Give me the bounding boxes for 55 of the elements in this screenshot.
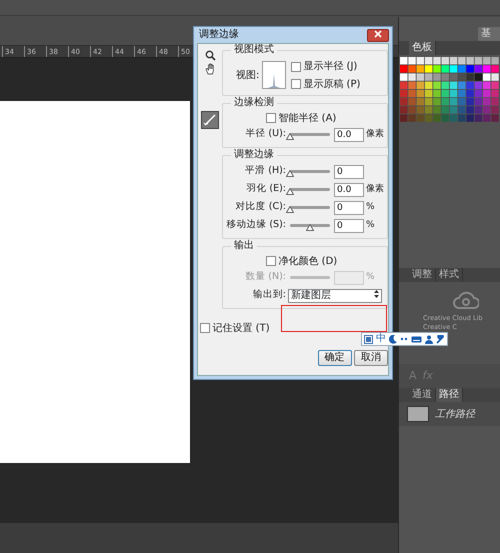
slider-track[interactable] — [290, 276, 330, 279]
value-field[interactable]: 0 — [334, 200, 364, 214]
view-preview[interactable] — [262, 61, 286, 90]
checkbox-label: 显示半径 (J) — [303, 60, 358, 74]
cancel-button[interactable]: 取消 — [354, 350, 388, 366]
ime-mode[interactable]: 中 — [376, 333, 386, 345]
unit-label: % — [366, 218, 375, 232]
value-field[interactable] — [334, 270, 364, 284]
checkbox[interactable] — [266, 256, 276, 266]
checkbox[interactable] — [290, 62, 301, 72]
path-thumbnail — [407, 406, 429, 422]
ok-button[interactable]: 确定 — [318, 350, 352, 366]
updown-arrow-icon — [374, 290, 379, 298]
dropdown-label: 输出到: — [252, 288, 286, 302]
panel-tab[interactable]: 色板 — [409, 41, 436, 55]
unit-label: % — [366, 200, 375, 214]
keyboard-icon[interactable] — [411, 336, 422, 342]
checkbox[interactable] — [266, 113, 276, 123]
close-button[interactable] — [367, 28, 389, 42]
checkbox[interactable] — [290, 79, 301, 89]
slider-label: 对比度 (C): — [234, 200, 286, 214]
group-title: 输出 — [231, 240, 257, 252]
group-title: 视图模式 — [231, 44, 277, 56]
panel-tab[interactable]: 路径 — [436, 388, 463, 402]
slider-label: 半径 (U): — [244, 127, 286, 142]
punctuation-icon[interactable] — [400, 336, 408, 342]
moon-icon[interactable] — [389, 334, 397, 344]
output-dropdown[interactable]: 新建图层 — [288, 288, 382, 302]
group-title: 调整边缘 — [231, 148, 277, 160]
checkbox-label: 显示原稿 (P) — [303, 78, 360, 92]
close-icon — [374, 30, 382, 38]
unit-label: % — [366, 270, 375, 284]
value-field[interactable]: 0 — [334, 164, 364, 178]
ime-logo-icon[interactable] — [364, 334, 373, 344]
value-field[interactable]: 0.0 — [334, 182, 364, 196]
hand-icon[interactable] — [204, 63, 216, 75]
window-title: 调整边缘 — [199, 28, 239, 42]
unit-label: 像素 — [366, 128, 384, 141]
slider-label: 平滑 (H): — [244, 164, 286, 178]
slider-label: 数量 (N): — [244, 270, 286, 284]
workspace-button[interactable]: 基 — [478, 27, 500, 41]
checkbox[interactable] — [200, 323, 210, 333]
checkbox-label: 智能半径 (A) — [278, 112, 336, 126]
value-field[interactable]: 0 — [334, 218, 364, 232]
slider-label: 移动边缘 (S): — [226, 218, 286, 232]
view-label: 视图: — [236, 68, 260, 83]
zoom-icon[interactable] — [204, 50, 216, 61]
slider-label: 羽化 (E): — [245, 182, 286, 196]
value-field[interactable]: 0.0 — [334, 128, 364, 142]
unit-label: 像素 — [366, 182, 384, 196]
brush-tool-icon[interactable] — [201, 111, 219, 129]
group-title: 边缘检测 — [231, 96, 277, 108]
checkbox-label: 净化颜色 (D) — [278, 254, 338, 268]
person-icon[interactable] — [425, 334, 433, 344]
checkbox-label: 记住设置 (T) — [212, 322, 270, 336]
